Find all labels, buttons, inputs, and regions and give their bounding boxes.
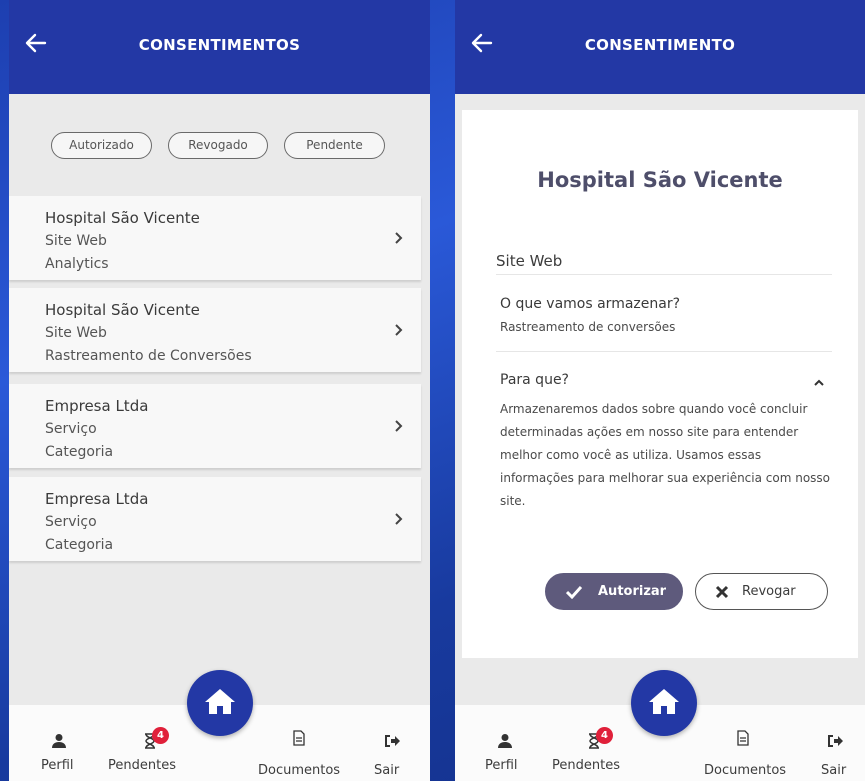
card-category: Categoria: [45, 444, 114, 460]
nav-item-documents[interactable]: Documentos: [693, 705, 793, 781]
card-title: Empresa Ltda: [45, 397, 149, 415]
chevron-right-icon: [395, 324, 403, 336]
bottom-nav: Perfil 4 Pendentes Documentos Sair: [9, 670, 430, 781]
nav-label-pending: Pendentes: [552, 758, 620, 773]
chevron-right-icon: [395, 420, 403, 432]
consents-list-screen: CONSENTIMENTOS Autorizado Revogado Pende…: [9, 0, 430, 781]
nav-item-pending[interactable]: 4 Pendentes: [543, 705, 643, 781]
section-title: Site Web: [496, 252, 563, 270]
home-button[interactable]: [631, 670, 697, 736]
nav-item-pending[interactable]: 4 Pendentes: [99, 705, 199, 781]
consent-card[interactable]: Empresa Ltda Serviço Categoria: [9, 477, 421, 561]
card-category: Categoria: [45, 537, 114, 553]
consent-card[interactable]: Hospital São Vicente Site Web Analytics: [9, 196, 421, 280]
card-title: Hospital São Vicente: [45, 301, 200, 319]
question-what: O que vamos armazenar?: [500, 296, 681, 312]
check-icon: [566, 585, 582, 599]
card-subtitle: Site Web: [45, 325, 107, 341]
consent-detail-screen: CONSENTIMENTO Hospital São Vicente Site …: [455, 0, 865, 781]
page-title: CONSENTIMENTO: [584, 36, 736, 54]
nav-label-documents: Documentos: [258, 763, 341, 778]
filter-chip-pendente[interactable]: Pendente: [284, 132, 385, 159]
pending-count-badge: 4: [596, 727, 613, 744]
card-subtitle: Serviço: [45, 421, 97, 437]
organization-name: Hospital São Vicente: [537, 168, 783, 192]
consent-card[interactable]: Hospital São Vicente Site Web Rastreamen…: [9, 288, 421, 372]
revoke-label: Revogar: [742, 584, 796, 599]
nav-item-exit[interactable]: Sair: [364, 705, 424, 781]
answer-what: Rastreamento de conversões: [500, 320, 676, 334]
divider: [496, 274, 832, 275]
app-bar: CONSENTIMENTOS: [9, 0, 430, 94]
bottom-nav: Perfil 4 Pendentes Documentos Sair: [455, 670, 865, 781]
divider: [496, 351, 832, 352]
home-icon: [649, 689, 679, 714]
answer-why: Armazenaremos dados sobre quando você co…: [500, 402, 831, 508]
card-category: Rastreamento de Conversões: [45, 348, 252, 364]
card-category: Analytics: [45, 256, 109, 272]
page-title: CONSENTIMENTOS: [138, 36, 301, 54]
card-subtitle: Serviço: [45, 514, 97, 530]
x-icon: [715, 585, 729, 599]
document-icon: [293, 730, 305, 746]
card-title: Empresa Ltda: [45, 490, 149, 508]
authorize-button[interactable]: Autorizar: [545, 573, 683, 610]
chevron-up-icon[interactable]: [814, 378, 824, 386]
card-subtitle: Site Web: [45, 233, 107, 249]
card-title: Hospital São Vicente: [45, 209, 200, 227]
nav-label-profile: Perfil: [41, 758, 74, 773]
consent-card[interactable]: Empresa Ltda Serviço Categoria: [9, 384, 421, 468]
question-why[interactable]: Para que?: [500, 372, 569, 388]
filter-chips: Autorizado Revogado Pendente: [9, 132, 430, 162]
nav-item-documents[interactable]: Documentos: [249, 705, 349, 781]
nav-label-pending: Pendentes: [108, 758, 176, 773]
nav-label-documents: Documentos: [704, 763, 787, 778]
nav-label-exit: Sair: [821, 763, 847, 778]
chevron-right-icon: [395, 232, 403, 244]
nav-label-exit: Sair: [374, 763, 400, 778]
home-button[interactable]: [187, 670, 253, 736]
authorize-label: Autorizar: [598, 584, 667, 599]
nav-item-exit[interactable]: Sair: [807, 705, 865, 781]
filter-chip-autorizado[interactable]: Autorizado: [51, 132, 152, 159]
nav-label-profile: Perfil: [485, 758, 518, 773]
nav-item-profile[interactable]: Perfil: [455, 705, 535, 781]
pending-count-badge: 4: [152, 727, 169, 744]
home-icon: [205, 689, 235, 714]
revoke-button[interactable]: Revogar: [695, 573, 828, 610]
consent-detail-card: Hospital São Vicente Site Web O que vamo…: [462, 110, 858, 658]
document-icon: [737, 730, 749, 746]
exit-icon: [828, 735, 843, 747]
filter-chip-revogado[interactable]: Revogado: [168, 132, 268, 159]
chevron-right-icon: [395, 513, 403, 525]
person-icon: [52, 734, 66, 748]
person-icon: [498, 734, 512, 748]
exit-icon: [385, 735, 400, 747]
nav-item-profile[interactable]: Perfil: [9, 705, 89, 781]
app-bar: CONSENTIMENTO: [455, 0, 865, 94]
